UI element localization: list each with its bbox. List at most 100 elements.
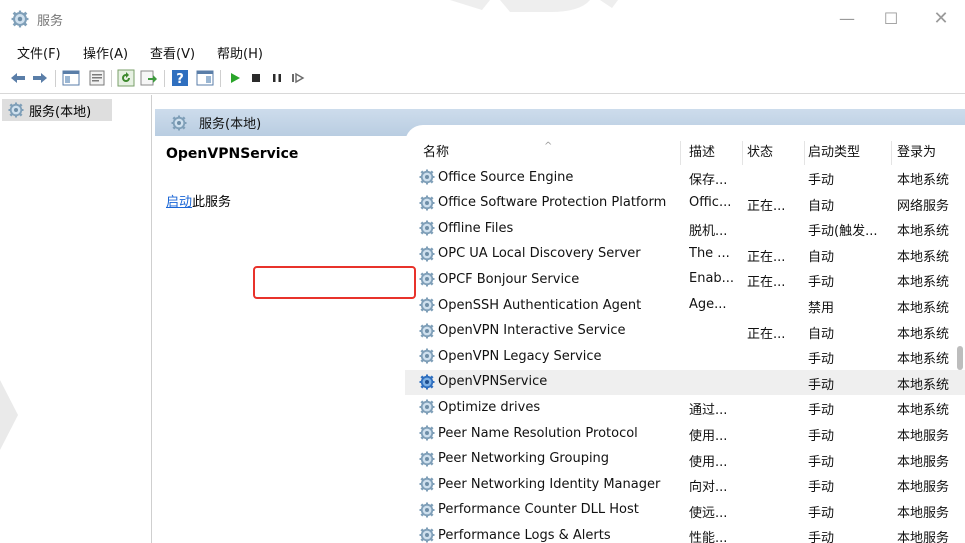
table-row[interactable]: Peer Networking Identity Manager 向对... 手动 本… [405, 472, 965, 498]
service-startup-type: 手动 [808, 505, 835, 521]
services-table: ^ 名称 描述 状态 启动类型 登录为 Office Source Engine… [405, 125, 965, 543]
service-name-cell: Performance Logs & Alerts [419, 527, 681, 543]
service-description: 性能... [689, 531, 728, 543]
service-name-cell: OpenVPN Interactive Service [419, 323, 681, 339]
service-startup-type: 手动 [808, 352, 835, 368]
service-startup-type: 手动 [808, 429, 835, 444]
service-startup-type: 手动(触发... [808, 224, 878, 240]
minimize-button[interactable]: — [832, 6, 862, 32]
service-logon-as: 本地服务 [897, 429, 950, 444]
toolbar-separator [164, 70, 165, 87]
service-name: Performance Logs & Alerts [438, 527, 611, 543]
service-description: 脱机... [689, 224, 728, 240]
toolbar: ? [0, 64, 965, 94]
menu-action[interactable]: 操作(A) [83, 43, 128, 62]
service-name: OPCF Bonjour Service [438, 271, 580, 287]
help-icon[interactable]: ? [171, 69, 189, 87]
service-gear-icon [419, 220, 435, 236]
forward-icon[interactable] [31, 69, 49, 87]
table-row[interactable]: Optimize drives 通过... 手动 本地系统 [405, 395, 965, 421]
table-row[interactable]: OpenVPNService 手动 本地系统 [405, 369, 965, 396]
service-startup-type: 自动 [808, 198, 835, 214]
service-name-cell: Performance Counter DLL Host [419, 502, 681, 518]
refresh-icon[interactable] [117, 69, 135, 87]
pause-service-icon[interactable] [268, 69, 286, 87]
restart-service-icon[interactable] [289, 69, 307, 87]
stop-service-icon[interactable] [247, 69, 265, 87]
services-app-gear-icon [11, 10, 29, 28]
service-startup-type: 手动 [808, 377, 835, 393]
maximize-button[interactable]: ☐ [876, 6, 906, 32]
table-row[interactable]: Performance Counter DLL Host 使远... 手动 本地服务 [405, 498, 965, 524]
service-name-cell: Office Software Protection Platform [419, 195, 681, 211]
back-icon[interactable] [9, 69, 27, 87]
service-description: 向对... [689, 480, 728, 496]
show-hide-console-tree-icon[interactable] [62, 69, 80, 87]
service-logon-as: 本地系统 [897, 403, 950, 419]
service-gear-icon [419, 527, 435, 543]
service-logon-as: 本地系统 [897, 377, 950, 393]
table-row[interactable]: OpenSSH Authentication Agent Age... 禁用 本地系统 [405, 293, 965, 319]
table-row[interactable]: Office Software Protection Platform Offic… [405, 191, 965, 217]
service-logon-as: 网络服务 [897, 198, 950, 214]
service-name-cell: Peer Networking Grouping [419, 451, 681, 467]
table-row[interactable]: Office Source Engine 保存... 手动 本地系统 [405, 165, 965, 191]
service-gear-icon [419, 451, 435, 467]
vertical-scrollbar-thumb[interactable] [957, 346, 963, 370]
service-description: 使用... [689, 454, 728, 470]
table-row[interactable]: OpenVPN Legacy Service 手动 本地系统 [405, 344, 965, 370]
table-row[interactable]: OpenVPN Interactive Service 正在... 自动 本地系统 [405, 319, 965, 345]
table-row[interactable]: Offline Files 脱机... 手动(触发... 本地系统 [405, 216, 965, 242]
service-name-cell: OpenSSH Authentication Agent [419, 297, 681, 313]
menu-file[interactable]: 文件(F) [17, 43, 61, 62]
service-name: OpenVPN Legacy Service [438, 348, 602, 364]
service-startup-type: 手动 [808, 173, 835, 188]
column-header-name[interactable]: 名称 [419, 141, 681, 165]
tree-node-services-local[interactable]: 服务(本地) [2, 99, 112, 121]
table-row[interactable]: OPCF Bonjour Service Enab... 正在... 手动 本地系统 [405, 267, 965, 293]
menu-view[interactable]: 查看(V) [150, 43, 195, 62]
start-service-link[interactable]: 启动 [166, 195, 192, 210]
table-row[interactable]: OPC UA Local Discovery Server The ... 正在..… [405, 242, 965, 268]
table-row[interactable]: Peer Networking Grouping 使用... 手动 本地服务 [405, 447, 965, 473]
column-header-startup-type[interactable]: 启动类型 [804, 141, 892, 165]
service-startup-type: 自动 [808, 249, 835, 265]
service-description: Enab... [689, 271, 735, 287]
show-action-pane-icon[interactable] [196, 69, 214, 87]
export-list-icon[interactable] [140, 69, 158, 87]
properties-icon[interactable] [88, 69, 106, 87]
service-gear-icon [419, 374, 435, 390]
service-gear-icon [419, 271, 435, 287]
service-startup-type: 手动 [808, 531, 835, 543]
service-startup-type: 手动 [808, 275, 835, 291]
column-header-status[interactable]: 状态 [743, 141, 805, 165]
table-row[interactable]: Peer Name Resolution Protocol 使用... 手动 本地服务 [405, 421, 965, 447]
service-startup-type: 禁用 [808, 301, 835, 316]
menu-help[interactable]: 帮助(H) [217, 43, 263, 62]
service-action: 启动此服务 [166, 191, 231, 210]
service-logon-as: 本地服务 [897, 480, 950, 496]
service-name: OpenSSH Authentication Agent [438, 297, 642, 313]
service-description: 保存... [689, 173, 728, 188]
service-logon-as: 本地系统 [897, 224, 950, 240]
service-description: The ... [689, 245, 730, 261]
toolbar-separator [55, 70, 56, 87]
service-logon-as: 本地服务 [897, 531, 950, 543]
close-button[interactable]: ✕ [926, 6, 956, 32]
table-row[interactable]: Performance Logs & Alerts 性能... 手动 本地服务 [405, 523, 965, 543]
tree-node-label: 服务(本地) [29, 104, 92, 120]
service-startup-type: 手动 [808, 403, 835, 419]
column-header-logon-as[interactable]: 登录为 [893, 141, 965, 165]
selected-service-title: OpenVPNService [166, 146, 299, 162]
service-name: Peer Networking Identity Manager [438, 476, 661, 492]
column-header-description[interactable]: 描述 [685, 141, 743, 165]
service-logon-as: 本地系统 [897, 275, 950, 291]
service-gear-icon [419, 502, 435, 518]
service-name-cell: Optimize drives [419, 399, 681, 415]
start-service-icon[interactable] [226, 69, 244, 87]
service-name: Optimize drives [438, 399, 541, 415]
service-gear-icon [419, 425, 435, 441]
service-description: Offic... [689, 194, 732, 210]
service-name: Performance Counter DLL Host [438, 502, 639, 518]
service-status: 正在... [747, 275, 786, 291]
